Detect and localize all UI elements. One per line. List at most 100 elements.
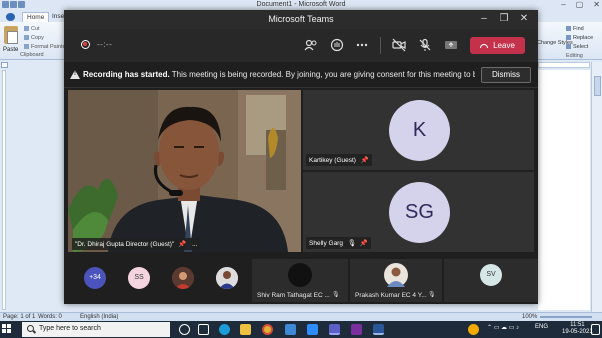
search-icon [27, 325, 34, 332]
main-speaker-video[interactable]: "Dr. Dhiraj Gupta Director (Guest)" 📌 ..… [68, 90, 301, 252]
word-vertical-scrollbar[interactable] [591, 62, 602, 312]
system-tray-icons[interactable]: ⌃ ▭ ☁ ▭ ♪ [487, 324, 519, 331]
word-icon[interactable] [373, 324, 384, 335]
paste-icon[interactable] [4, 26, 18, 44]
cortana-icon[interactable] [179, 324, 190, 335]
recording-indicator-icon [81, 40, 90, 49]
teams-minimize-icon[interactable]: – [478, 13, 490, 25]
dismiss-button[interactable]: Dismiss [481, 67, 531, 83]
zoom-icon[interactable] [307, 324, 318, 335]
find-button[interactable]: Find [566, 26, 584, 32]
replace-icon [566, 35, 571, 41]
tile-more-options[interactable]: ... [192, 241, 197, 248]
notifications-icon[interactable] [591, 324, 600, 335]
copy-button[interactable]: Copy [24, 35, 44, 41]
select-button[interactable]: Select [566, 44, 588, 50]
search-placeholder[interactable]: Type here to search [39, 325, 101, 332]
windows-taskbar: Type here to search ⌃ ▭ ☁ ▭ ♪ ENG 11:51 … [0, 321, 602, 338]
recording-consent-banner: Recording has started. This meeting is b… [64, 62, 538, 88]
toolbar-divider [380, 37, 381, 54]
cursor-icon [566, 44, 571, 50]
teams-meeting-window: Microsoft Teams – ❐ ✕ --:-- Leave ! Reco… [64, 10, 538, 304]
copy-icon [24, 35, 29, 41]
teams-close-icon[interactable]: ✕ [518, 13, 530, 25]
editing-group-label: Editing [566, 53, 583, 59]
editing-group: Find Replace Select Editing [538, 23, 602, 59]
taskbar-clock[interactable]: 11:51 19-05-2021 [562, 322, 593, 336]
speaker-video-frame [68, 90, 301, 252]
language-status[interactable]: English (India) [80, 314, 118, 320]
mic-off-icon: 🎙 [428, 292, 436, 298]
user-icon[interactable] [468, 324, 479, 335]
avatar: SV [480, 264, 502, 286]
tab-home[interactable]: Home [22, 12, 50, 22]
replace-button[interactable]: Replace [566, 35, 593, 41]
taskbar-search[interactable]: Type here to search [22, 322, 170, 337]
avatar: K [389, 100, 450, 161]
word-file-button[interactable] [2, 12, 19, 22]
participant-name-tag: Kartikey (Guest) 📌 [306, 154, 372, 166]
teams-maximize-icon[interactable]: ❐ [498, 13, 510, 25]
clock-time: 11:51 [570, 322, 585, 328]
more-participants-button[interactable]: +34 [84, 267, 106, 289]
file-explorer-icon[interactable] [240, 324, 251, 335]
edge-icon[interactable] [219, 324, 230, 335]
scrollbar-thumb[interactable] [594, 76, 601, 96]
format-painter-button[interactable]: Format Painter [24, 44, 67, 50]
horizontal-ruler[interactable] [538, 62, 590, 68]
chrome-icon[interactable] [262, 324, 273, 335]
participant-tile-sv[interactable]: SV [444, 259, 538, 302]
brush-icon [24, 44, 29, 50]
participant-photo-avatar[interactable] [172, 267, 194, 289]
video-stage: "Dr. Dhiraj Gupta Director (Guest)" 📌 ..… [64, 88, 538, 254]
onenote-icon[interactable] [351, 324, 362, 335]
binoculars-icon [566, 26, 571, 32]
word-window-controls[interactable]: – ▢ ✕ [551, 0, 600, 9]
vertical-ruler [0, 70, 8, 310]
more-actions-icon[interactable] [355, 38, 369, 52]
cut-button[interactable]: Cut [24, 26, 40, 32]
task-view-icon[interactable] [198, 324, 209, 335]
participant-tile-shelly-garg[interactable]: SG Shelly Garg 🎙 📌 [303, 172, 534, 252]
zoom-slider[interactable] [540, 316, 592, 318]
participants-icon[interactable] [304, 38, 318, 52]
word-close-icon[interactable]: ✕ [593, 0, 600, 9]
clock-date: 19-05-2021 [562, 329, 593, 335]
mic-off-icon[interactable] [418, 38, 432, 52]
participant-tile-kartikey[interactable]: K Kartikey (Guest) 📌 [303, 90, 534, 170]
mic-off-icon: 🎙 [347, 240, 357, 247]
recording-banner-text: Recording has started. This meeting is b… [83, 70, 475, 79]
pin-icon[interactable]: 📌 [178, 241, 186, 248]
camera-off-icon[interactable] [392, 38, 406, 52]
participant-avatar-ss[interactable]: SS [128, 267, 150, 289]
word-maximize-icon[interactable]: ▢ [576, 0, 584, 9]
participant-name: Prakash Kumar EC 4 Y... [355, 292, 427, 299]
raise-hand-icon[interactable] [330, 38, 344, 52]
meeting-controls-bar: --:-- Leave [64, 29, 538, 62]
word-count[interactable]: Words: 0 [38, 314, 62, 320]
clipboard-group: Paste Cut Copy Format Painter Clipboard [2, 23, 67, 59]
scissors-icon [24, 26, 29, 32]
input-language[interactable]: ENG [535, 324, 548, 330]
word-status-bar: Page: 1 of 1 Words: 0 English (India) 10… [0, 312, 602, 321]
photos-icon[interactable] [285, 324, 296, 335]
leave-meeting-button[interactable]: Leave [470, 37, 525, 54]
participant-photo-avatar[interactable] [216, 267, 238, 289]
windows-start-icon[interactable] [2, 324, 12, 334]
participant-photo-avatar [288, 263, 312, 287]
participant-name: Shiv Ram Tathagat EC ... [257, 292, 330, 299]
teams-icon[interactable] [329, 324, 340, 335]
word-document-page[interactable] [538, 70, 590, 310]
pin-icon[interactable]: 📌 [361, 157, 369, 164]
avatar: SG [389, 182, 450, 243]
pin-icon[interactable]: 📌 [360, 240, 368, 247]
share-screen-icon[interactable] [444, 38, 458, 52]
mic-off-icon: 🎙 [332, 292, 340, 298]
zoom-level[interactable]: 100% [522, 314, 537, 320]
paste-label[interactable]: Paste [3, 47, 18, 53]
phone-hangup-icon [480, 43, 489, 48]
ruler-toggle[interactable] [1, 62, 8, 68]
teams-title-bar: Microsoft Teams – ❐ ✕ [64, 10, 538, 29]
word-minimize-icon[interactable]: – [561, 0, 565, 9]
page-count[interactable]: Page: 1 of 1 [3, 314, 35, 320]
